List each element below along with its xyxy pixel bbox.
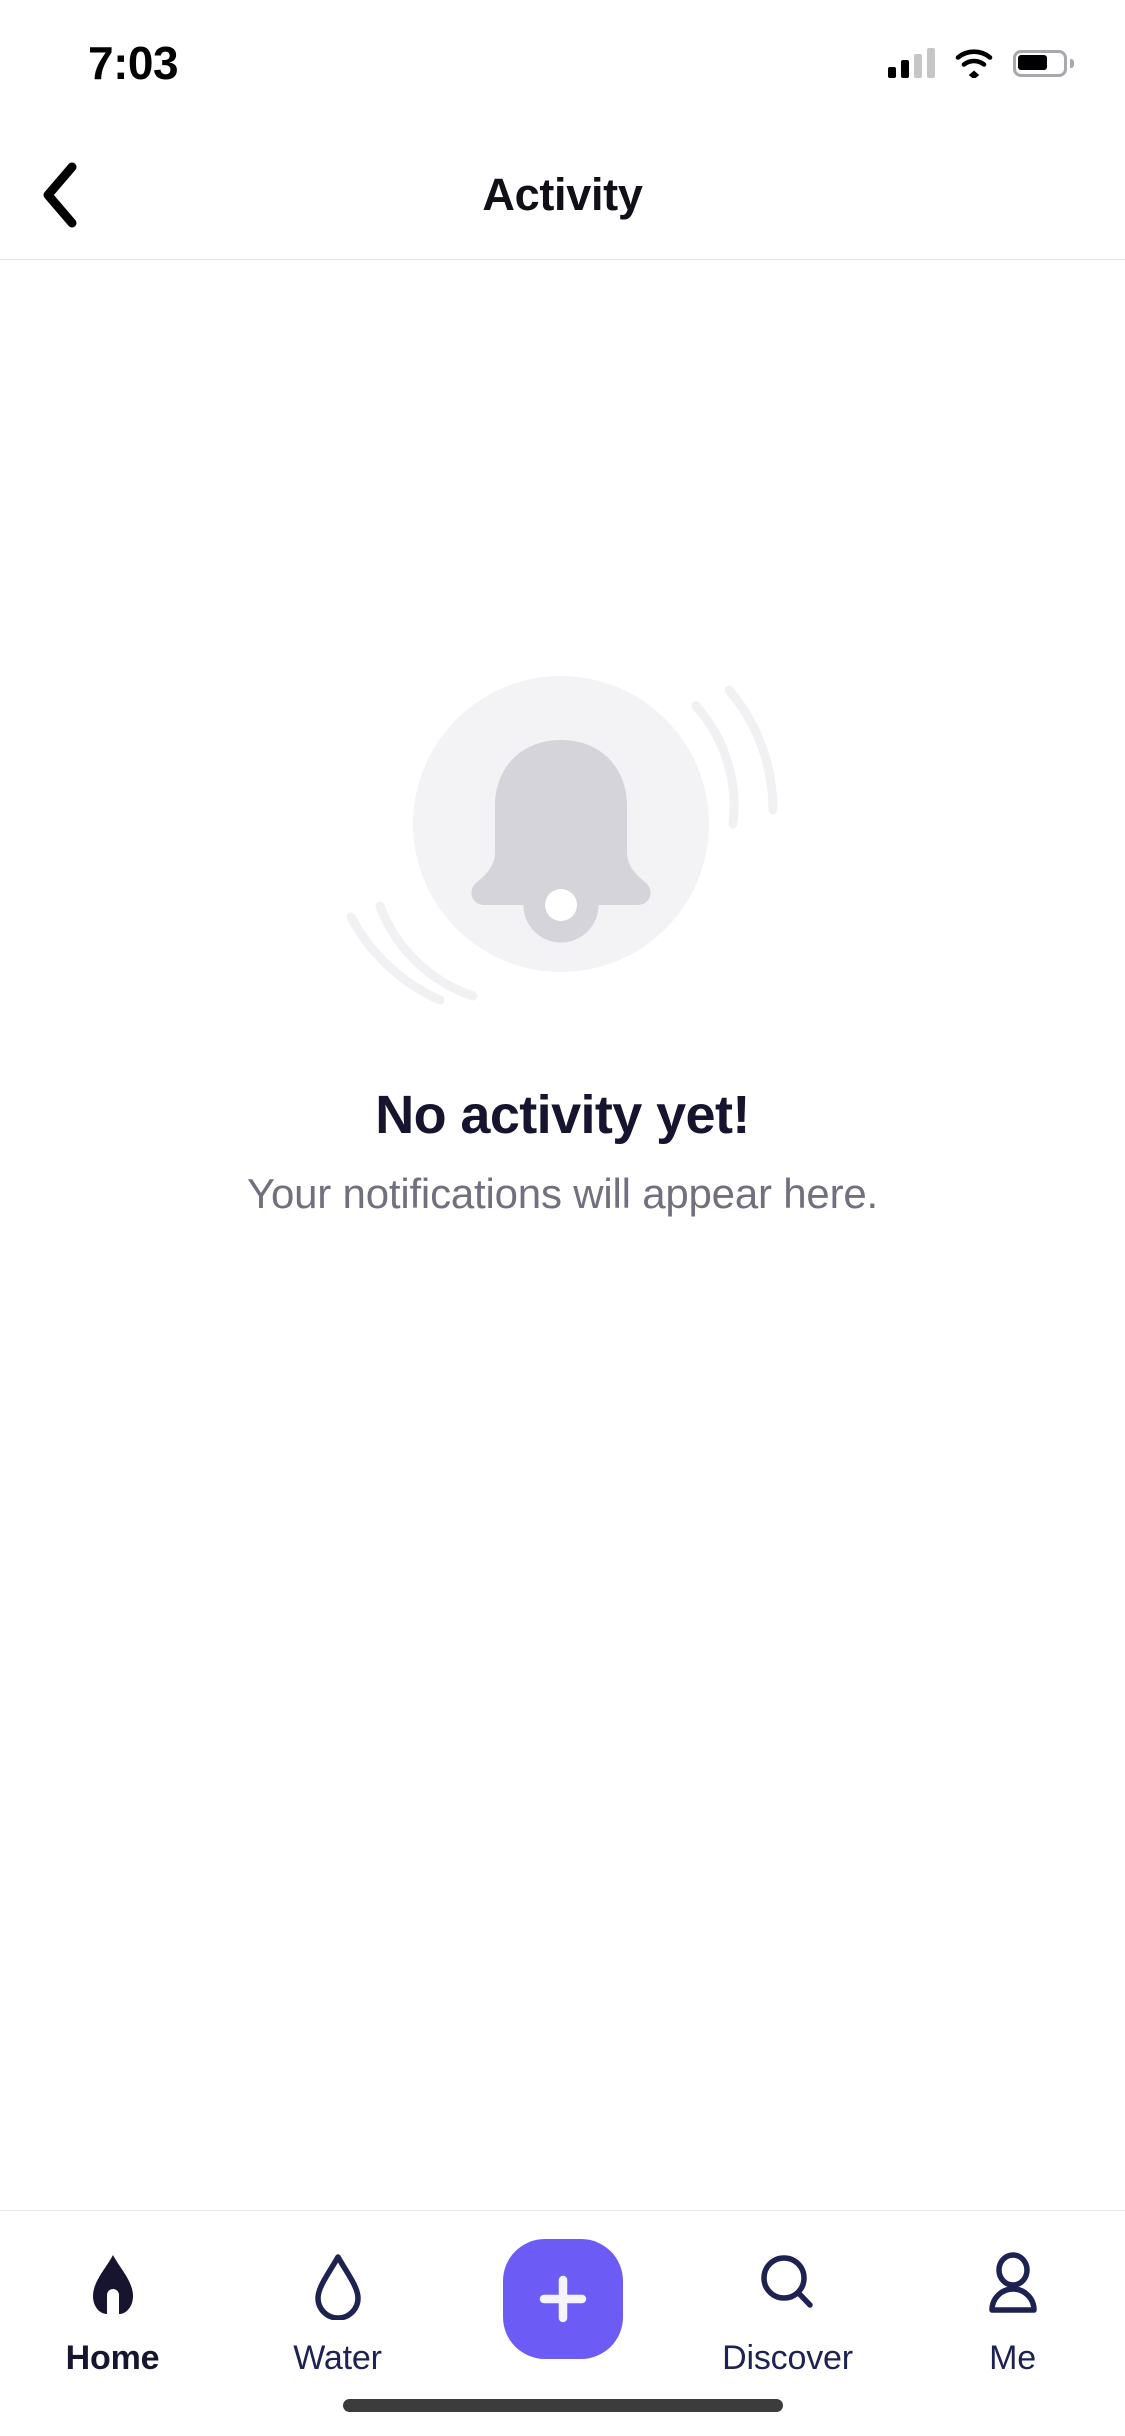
home-indicator[interactable] <box>342 2399 783 2412</box>
battery-icon <box>1013 49 1074 77</box>
empty-state-subtitle: Your notifications will appear here. <box>247 1170 878 1217</box>
status-bar: 7:03 <box>0 0 1125 132</box>
empty-state-title: No activity yet! <box>375 1085 750 1145</box>
bell-ringing-illustration <box>333 628 793 1028</box>
page-title: Activity <box>482 169 643 220</box>
tab-home[interactable]: Home <box>0 2245 225 2378</box>
wifi-icon <box>955 48 993 78</box>
cellular-signal-icon <box>888 48 935 78</box>
tab-label-water: Water <box>293 2339 382 2377</box>
status-icons <box>888 48 1074 78</box>
app-screen: 7:03 Activity No activity yet! Your noti… <box>0 0 1125 2436</box>
tab-discover[interactable]: Discover <box>675 2245 900 2378</box>
tab-me[interactable]: Me <box>900 2245 1125 2378</box>
tab-label-home: Home <box>65 2339 160 2377</box>
water-drop-icon <box>302 2245 374 2323</box>
tab-water[interactable]: Water <box>225 2245 450 2378</box>
tab-label-me: Me <box>989 2339 1036 2377</box>
home-icon <box>77 2245 149 2323</box>
search-icon <box>752 2245 824 2323</box>
tab-label-discover: Discover <box>722 2339 853 2377</box>
status-time: 7:03 <box>88 37 179 89</box>
person-icon <box>977 2245 1049 2323</box>
plus-icon <box>534 2270 592 2328</box>
navigation-header: Activity <box>0 132 1125 260</box>
empty-state-container: No activity yet! Your notifications will… <box>0 260 1125 2210</box>
add-button-container <box>450 2239 675 2359</box>
add-button[interactable] <box>502 2239 623 2359</box>
